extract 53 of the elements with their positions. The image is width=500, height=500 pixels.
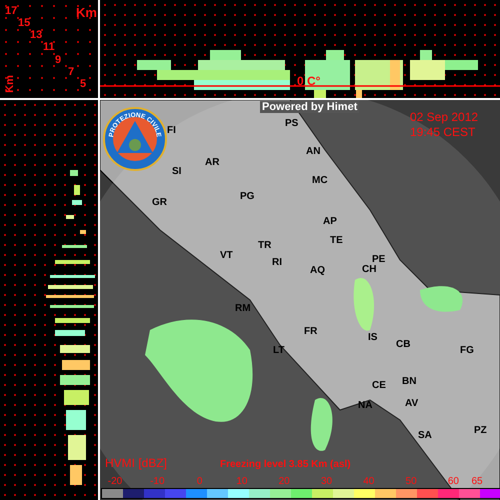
city-label: LT (273, 345, 284, 356)
axis-unit: Km (4, 75, 16, 93)
axis-tick-label: 7 (68, 66, 74, 78)
city-label: TR (258, 240, 272, 251)
axis-tick-label: 5 (80, 78, 86, 90)
product-label: HVMI [dBZ] (105, 456, 168, 470)
axis-tick-label: 13 (30, 29, 42, 41)
time-text: 19:45 CEST (410, 125, 476, 139)
freezing-level-text: Freezing level 3.85 Km (asl) (220, 459, 351, 470)
city-label: AV (405, 398, 418, 409)
scale-tick-label: 10 (236, 476, 248, 487)
city-label: MC (312, 175, 328, 186)
scale-tick-label: 60 (448, 476, 459, 487)
city-label: AP (323, 216, 337, 227)
city-label: IS (368, 332, 378, 343)
city-label: PS (285, 118, 298, 129)
city-label: PE (372, 254, 386, 265)
axis-tick-label: 11 (43, 41, 55, 53)
city-label: NA (358, 400, 372, 411)
axis-unit: Km (76, 5, 97, 20)
scale-tick-label: -20 (108, 476, 122, 487)
city-label: RM (235, 303, 251, 314)
city-label: RI (272, 257, 282, 268)
scale-tick-label: 30 (320, 476, 332, 487)
city-label: BN (402, 376, 416, 387)
city-label: FI (167, 125, 176, 136)
credit-text: Powered by Himet (260, 101, 360, 113)
axis-tick-label: 9 (55, 54, 62, 66)
city-label: CE (372, 380, 386, 391)
scale-tick-label: 0 (196, 476, 202, 487)
city-label: PZ (474, 425, 487, 436)
city-label: SA (418, 430, 432, 441)
date-text: 02 Sep 2012 (410, 110, 478, 124)
city-label: CB (396, 339, 410, 350)
city-label: AR (205, 157, 220, 168)
scale-tick-label: 40 (363, 476, 374, 487)
city-label: AQ (310, 265, 325, 276)
city-label: FR (304, 326, 318, 337)
scale-tick-label: 50 (406, 476, 417, 487)
axis-tick-label: 17 (5, 5, 18, 17)
scale-tick-label: -10 (150, 476, 165, 487)
city-label: FG (460, 345, 474, 356)
city-label: CH (362, 264, 376, 275)
city-label: TE (330, 235, 343, 246)
axis-tick-label: 15 (18, 17, 30, 29)
freezing-level-label: 0 C° (297, 74, 320, 88)
scale-tick-label: 65 (471, 476, 483, 487)
city-label: VT (220, 250, 233, 261)
scale-tick-label: 20 (278, 476, 290, 487)
city-label: SI (172, 166, 182, 177)
city-label: PG (240, 191, 254, 202)
city-label: GR (152, 197, 167, 208)
city-label: AN (306, 146, 320, 157)
